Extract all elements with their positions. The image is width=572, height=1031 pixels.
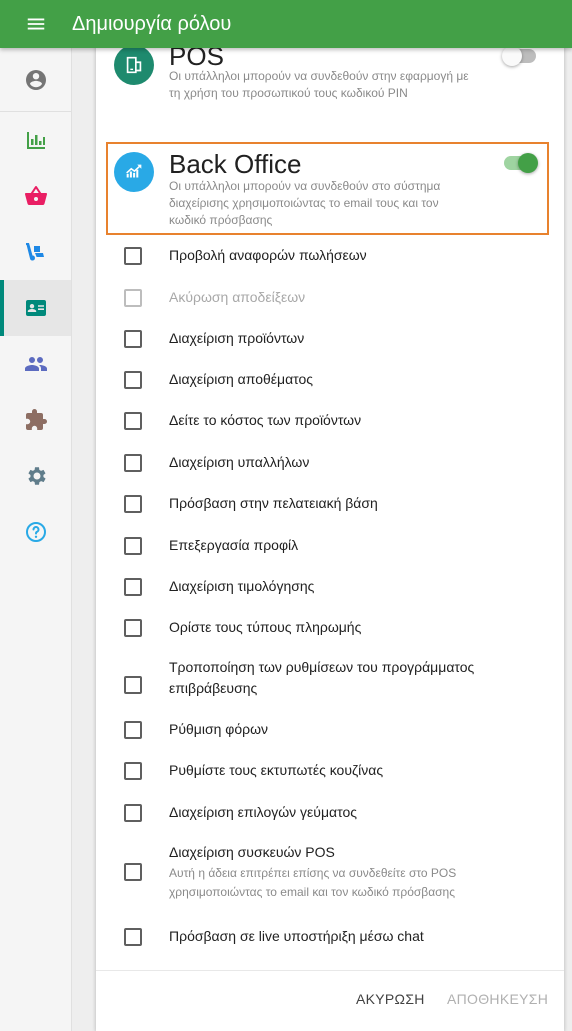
sidebar-item-settings[interactable] xyxy=(0,448,71,504)
permission-checkbox[interactable] xyxy=(124,676,142,694)
permission-label: Πρόσβαση στην πελατειακή βάση xyxy=(169,495,378,511)
side-nav xyxy=(0,48,72,1031)
permission-checkbox[interactable] xyxy=(124,495,142,513)
pos-description: Οι υπάλληλοι μπορούν να συνδεθούν στην ε… xyxy=(169,69,469,100)
app-bar: Δημιουργία ρόλου xyxy=(0,0,572,48)
sidebar-item-integrations[interactable] xyxy=(0,392,71,448)
permission-sub-line1: Αυτή η άδεια επιτρέπει επίσης να συνδεθε… xyxy=(169,866,457,880)
permission-checkbox[interactable] xyxy=(124,537,142,555)
permission-checkbox[interactable] xyxy=(124,721,142,739)
permission-checkbox[interactable] xyxy=(124,762,142,780)
permission-label-line2: επιβράβευσης xyxy=(169,680,258,696)
permission-label: Ακύρωση αποδείξεων xyxy=(169,289,306,305)
permission-checkbox[interactable] xyxy=(124,454,142,472)
backoffice-description: Οι υπάλληλοι μπορούν να συνδεθούν στο σύ… xyxy=(169,179,441,227)
permission-label: Ρύθμιση φόρων xyxy=(169,721,269,737)
cancel-button[interactable]: ΑΚΥΡΩΣΗ xyxy=(356,991,425,1007)
permission-checkbox[interactable] xyxy=(124,330,142,348)
permission-label: Πρόσβαση σε live υποστήριξη μέσω chat xyxy=(169,928,424,944)
permission-label: Ορίστε τους τύπους πληρωμής xyxy=(169,619,362,635)
permission-label: Διαχείριση αποθέματος xyxy=(169,371,314,387)
sidebar-item-reports[interactable] xyxy=(0,112,71,168)
page-title: Δημιουργία ρόλου xyxy=(72,12,232,35)
permission-checkbox[interactable] xyxy=(124,804,142,822)
hand-truck-icon xyxy=(25,243,44,261)
pos-device-icon xyxy=(114,45,154,85)
trending-chart-icon xyxy=(114,152,154,192)
permission-label: Δείτε το κόστος των προϊόντων xyxy=(169,412,362,428)
permission-label: Διαχείριση υπαλλήλων xyxy=(169,454,310,470)
save-button[interactable]: ΑΠΟΘΗΚΕΥΣΗ xyxy=(447,991,548,1007)
permission-checkbox xyxy=(124,289,142,307)
permission-label-line1: Τροποποίηση των ρυθμίσεων του προγράμματ… xyxy=(169,659,475,675)
menu-icon[interactable] xyxy=(0,0,72,48)
bar-chart-icon xyxy=(26,132,45,149)
badge-icon xyxy=(25,300,46,316)
permission-label: Ρυθμίστε τους εκτυπωτές κουζίνας xyxy=(169,762,384,778)
permission-checkbox[interactable] xyxy=(124,619,142,637)
permission-sub-line2: χρησιμοποιώντας το email και τον κωδικό … xyxy=(169,885,456,899)
help-icon xyxy=(25,522,46,542)
permission-label: Διαχείριση τιμολόγησης xyxy=(169,578,315,594)
permission-label: Προβολή αναφορών πωλήσεων xyxy=(169,247,367,263)
gear-icon xyxy=(27,467,46,485)
create-role-card: POS Οι υπάλληλοι μπορούν να συνδεθούν στ… xyxy=(96,30,564,1031)
permission-label: Διαχείριση προϊόντων xyxy=(169,330,305,346)
sidebar-item-help[interactable] xyxy=(0,504,71,560)
permission-checkbox[interactable] xyxy=(124,247,142,265)
permission-checkbox[interactable] xyxy=(124,863,142,881)
permission-checkbox[interactable] xyxy=(124,578,142,596)
permission-label: Επεξεργασία προφίλ xyxy=(169,537,299,553)
avatar[interactable] xyxy=(0,48,71,112)
puzzle-icon xyxy=(25,409,47,430)
sidebar-item-customers[interactable] xyxy=(0,336,71,392)
sidebar-item-employees[interactable] xyxy=(0,280,71,336)
permission-label: Διαχείριση επιλογών γεύματος xyxy=(169,804,357,820)
account-circle-icon xyxy=(25,69,46,90)
dialog-footer: ΑΚΥΡΩΣΗ ΑΠΟΘΗΚΕΥΣΗ xyxy=(96,970,564,1031)
backoffice-toggle[interactable] xyxy=(502,151,538,175)
sidebar-item-inventory[interactable] xyxy=(0,224,71,280)
basket-icon xyxy=(24,186,47,206)
permission-label: Διαχείριση συσκευών POS xyxy=(169,844,335,860)
sidebar-item-items[interactable] xyxy=(0,168,71,224)
permission-checkbox[interactable] xyxy=(124,928,142,946)
backoffice-title: Back Office xyxy=(169,149,302,179)
permission-checkbox[interactable] xyxy=(124,412,142,430)
people-icon xyxy=(24,357,47,371)
permission-checkbox[interactable] xyxy=(124,371,142,389)
